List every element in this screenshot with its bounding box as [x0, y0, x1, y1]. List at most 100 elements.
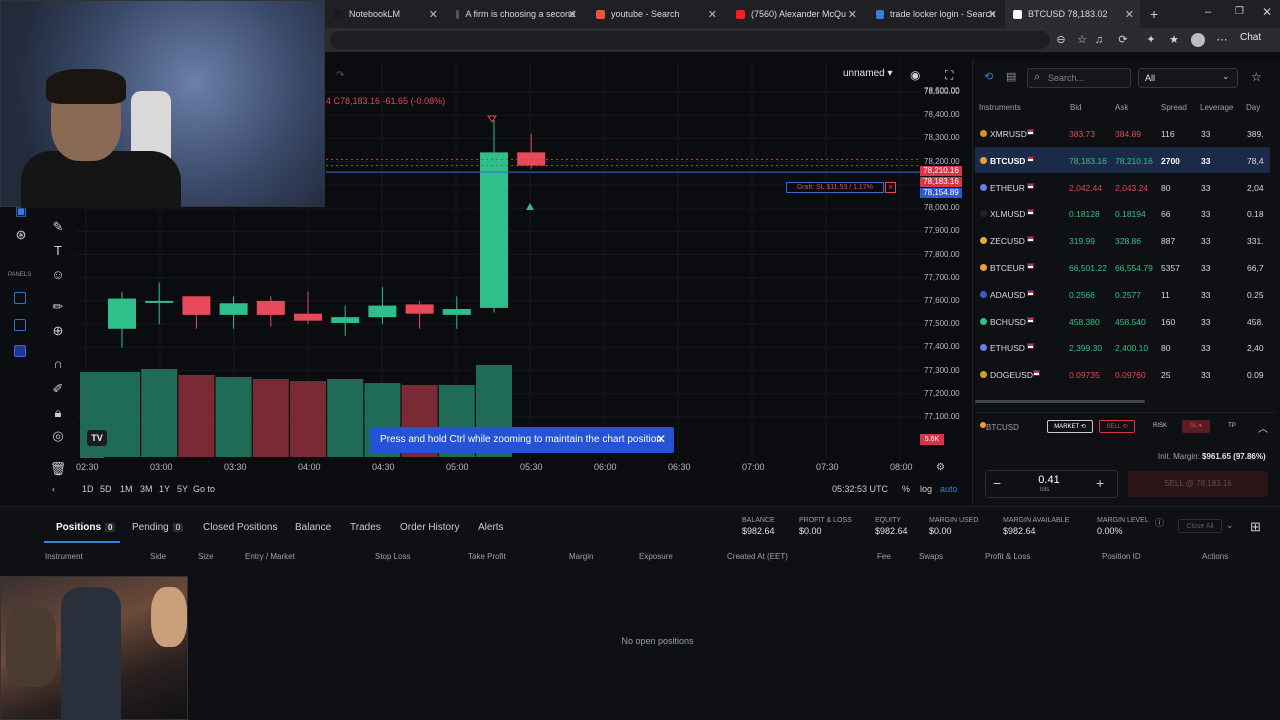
instrument-row[interactable]: DOGEUSD 0.09735 0.09760 25 33 0.09 [975, 361, 1270, 387]
tab-order-history[interactable]: Order History [400, 522, 459, 533]
tab-close-icon[interactable]: ✕ [708, 8, 717, 21]
sl-toggle-button[interactable]: SL ● [1182, 420, 1210, 433]
range-1y[interactable]: 1Y [159, 484, 170, 494]
panel-icon-1[interactable] [14, 292, 26, 304]
tab-trades[interactable]: Trades [350, 522, 381, 533]
ruler-icon[interactable]: ✏ [49, 298, 67, 316]
minimize-icon[interactable]: – [1205, 6, 1211, 18]
text-tool-icon[interactable]: T [49, 242, 67, 260]
range-go-to[interactable]: Go to [193, 484, 215, 494]
utc-clock[interactable]: 05:32:53 UTC [832, 484, 888, 494]
more-icon[interactable]: ⋯ [1216, 34, 1228, 46]
lock-icon[interactable]: 🔒︎ [49, 404, 67, 422]
instruments-scrollbar[interactable] [975, 400, 1145, 403]
lot-quantity[interactable]: 0.41 [1038, 474, 1060, 486]
column-header-spread[interactable]: Spread [1161, 103, 1187, 112]
tab-positions[interactable]: Positions 0 [56, 522, 116, 533]
collections-icon[interactable]: ★ [1168, 34, 1180, 46]
camera-icon[interactable]: ◉ [910, 68, 920, 82]
tab-close-icon[interactable]: ✕ [429, 8, 438, 21]
zoom-in-icon[interactable]: ⊕ [49, 322, 67, 340]
fx-icon[interactable]: ⊛ [12, 226, 30, 244]
layout-grid-icon[interactable]: ⊞ [1250, 519, 1261, 535]
tab-balance[interactable]: Balance [295, 522, 331, 533]
risk-button[interactable]: RISK [1146, 420, 1174, 433]
close-all-button[interactable]: Close All [1178, 519, 1222, 533]
bell-icon[interactable]: ♫ [1093, 34, 1105, 46]
column-header-leverage[interactable]: Leverage [1200, 103, 1233, 112]
copilot-chat-button[interactable]: Chat [1240, 32, 1261, 43]
panel-icon-2[interactable] [14, 319, 26, 331]
browser-tab[interactable]: youtube - Search ✕ [588, 0, 723, 28]
favorite-star-icon[interactable]: ☆ [1076, 34, 1088, 46]
maximize-icon[interactable]: ❐ [1235, 6, 1244, 17]
panel-icon-3[interactable] [14, 345, 26, 357]
sell-mode-button[interactable]: SELL ⟲ [1099, 420, 1135, 433]
auto-scale-toggle[interactable]: auto [940, 484, 958, 494]
instrument-row[interactable]: XMRUSD 383.73 384.89 116 33 389. [975, 120, 1270, 146]
tab-close-icon[interactable]: ✕ [568, 8, 577, 21]
extension-icon[interactable]: ⟳ [1117, 34, 1129, 46]
redo-icon[interactable]: ↷ [336, 70, 344, 81]
trash-icon[interactable]: 🗑︎ [49, 460, 67, 478]
percent-scale-toggle[interactable]: % [902, 484, 910, 494]
emoji-icon[interactable]: ☺ [49, 266, 67, 284]
axis-settings-icon[interactable]: ⚙ [936, 462, 945, 473]
range-prev-icon[interactable]: ‹ [52, 484, 55, 494]
range-3m[interactable]: 3M [140, 484, 153, 494]
tab-alerts[interactable]: Alerts [478, 522, 504, 533]
toast-close-icon[interactable]: ✕ [656, 432, 666, 446]
favorites-star-icon[interactable]: ☆ [1251, 70, 1262, 84]
draft-sl-label[interactable]: Draft: SL $11.53 / 1.17% [786, 182, 884, 193]
refresh-icon[interactable]: ⟲ [984, 70, 993, 83]
reader-icon[interactable]: ⊖ [1055, 34, 1067, 46]
info-icon[interactable]: ⓘ [1155, 516, 1164, 529]
browser-tab[interactable]: BTCUSD 78,183.02 ✕ [1005, 0, 1140, 28]
puzzle-icon[interactable]: ✦ [1145, 34, 1157, 46]
browser-tab[interactable]: trade locker login - Search ✕ [868, 0, 1003, 28]
instrument-row[interactable]: XLMUSD 0.18128 0.18194 66 33 0.18 [975, 200, 1270, 226]
lock-drawing-icon[interactable]: ✐ [49, 380, 67, 398]
browser-tab[interactable]: (7560) Alexander McQu ✕ [728, 0, 863, 28]
fullscreen-icon[interactable]: ⛶ [945, 68, 953, 83]
range-5d[interactable]: 5D [100, 484, 112, 494]
instrument-row[interactable]: ADAUSD 0.2566 0.2577 11 33 0.25 [975, 281, 1270, 307]
instrument-row[interactable]: ETHUSD 2,399.30 2,400.10 80 33 2,40 [975, 334, 1270, 360]
column-header-instruments[interactable]: Instruments [979, 103, 1021, 112]
watchlist-icon[interactable]: ▤ [1006, 70, 1016, 83]
instrument-row[interactable]: BCHUSD 458.380 458.540 160 33 458. [975, 308, 1270, 334]
magnet-icon[interactable]: ∩ [49, 355, 67, 373]
tab-close-icon[interactable]: ✕ [848, 8, 857, 21]
close-all-chevron-icon[interactable]: ⌄ [1226, 520, 1234, 531]
plus-icon[interactable]: + [1096, 475, 1104, 491]
market-order-button[interactable]: MARKET ⟲ [1047, 420, 1093, 433]
range-1d[interactable]: 1D [82, 484, 94, 494]
address-bar[interactable] [330, 31, 1050, 49]
profile-avatar[interactable] [1191, 33, 1205, 47]
column-header-day[interactable]: Day [1246, 103, 1260, 112]
instrument-row[interactable]: ZECUSD 319.99 328.86 887 33 331. [975, 227, 1270, 253]
instrument-row[interactable]: BTCUSD 78,183.16 78,210.16 2700 33 78,4 [975, 146, 1270, 173]
tp-toggle-button[interactable]: TP [1220, 420, 1244, 433]
instrument-row[interactable]: ETHEUR 2,042.44 2,043.24 80 33 2,04 [975, 174, 1270, 200]
new-tab-icon[interactable]: + [1150, 6, 1158, 22]
column-header-ask[interactable]: Ask [1115, 103, 1128, 112]
tab-close-icon[interactable]: ✕ [1125, 8, 1134, 21]
instrument-row[interactable]: BTCEUR 66,501.22 66,554.79 5357 33 66,7 [975, 254, 1270, 280]
minus-icon[interactable]: − [993, 475, 1001, 491]
eye-icon[interactable]: ◎ [49, 427, 67, 445]
sell-button[interactable]: SELL @ 78,183.16 [1128, 471, 1268, 497]
layout-name[interactable]: unnamed ▾ [843, 68, 893, 79]
chevron-up-icon[interactable]: ︿ [1258, 420, 1268, 435]
tab-close-icon[interactable]: ✕ [988, 8, 997, 21]
brush-icon[interactable]: ✎ [49, 218, 67, 236]
column-header-bid[interactable]: Bid [1070, 103, 1082, 112]
draft-sl-close-icon[interactable]: × [885, 182, 896, 193]
browser-tab[interactable]: A firm is choosing a second ✕ [448, 0, 583, 28]
tab-pending[interactable]: Pending 0 [132, 522, 184, 533]
range-1m[interactable]: 1M [120, 484, 133, 494]
browser-tab[interactable]: NotebookLM ✕ [326, 0, 444, 28]
log-scale-toggle[interactable]: log [920, 484, 932, 494]
tab-closed-positions[interactable]: Closed Positions [203, 522, 277, 533]
range-5y[interactable]: 5Y [177, 484, 188, 494]
